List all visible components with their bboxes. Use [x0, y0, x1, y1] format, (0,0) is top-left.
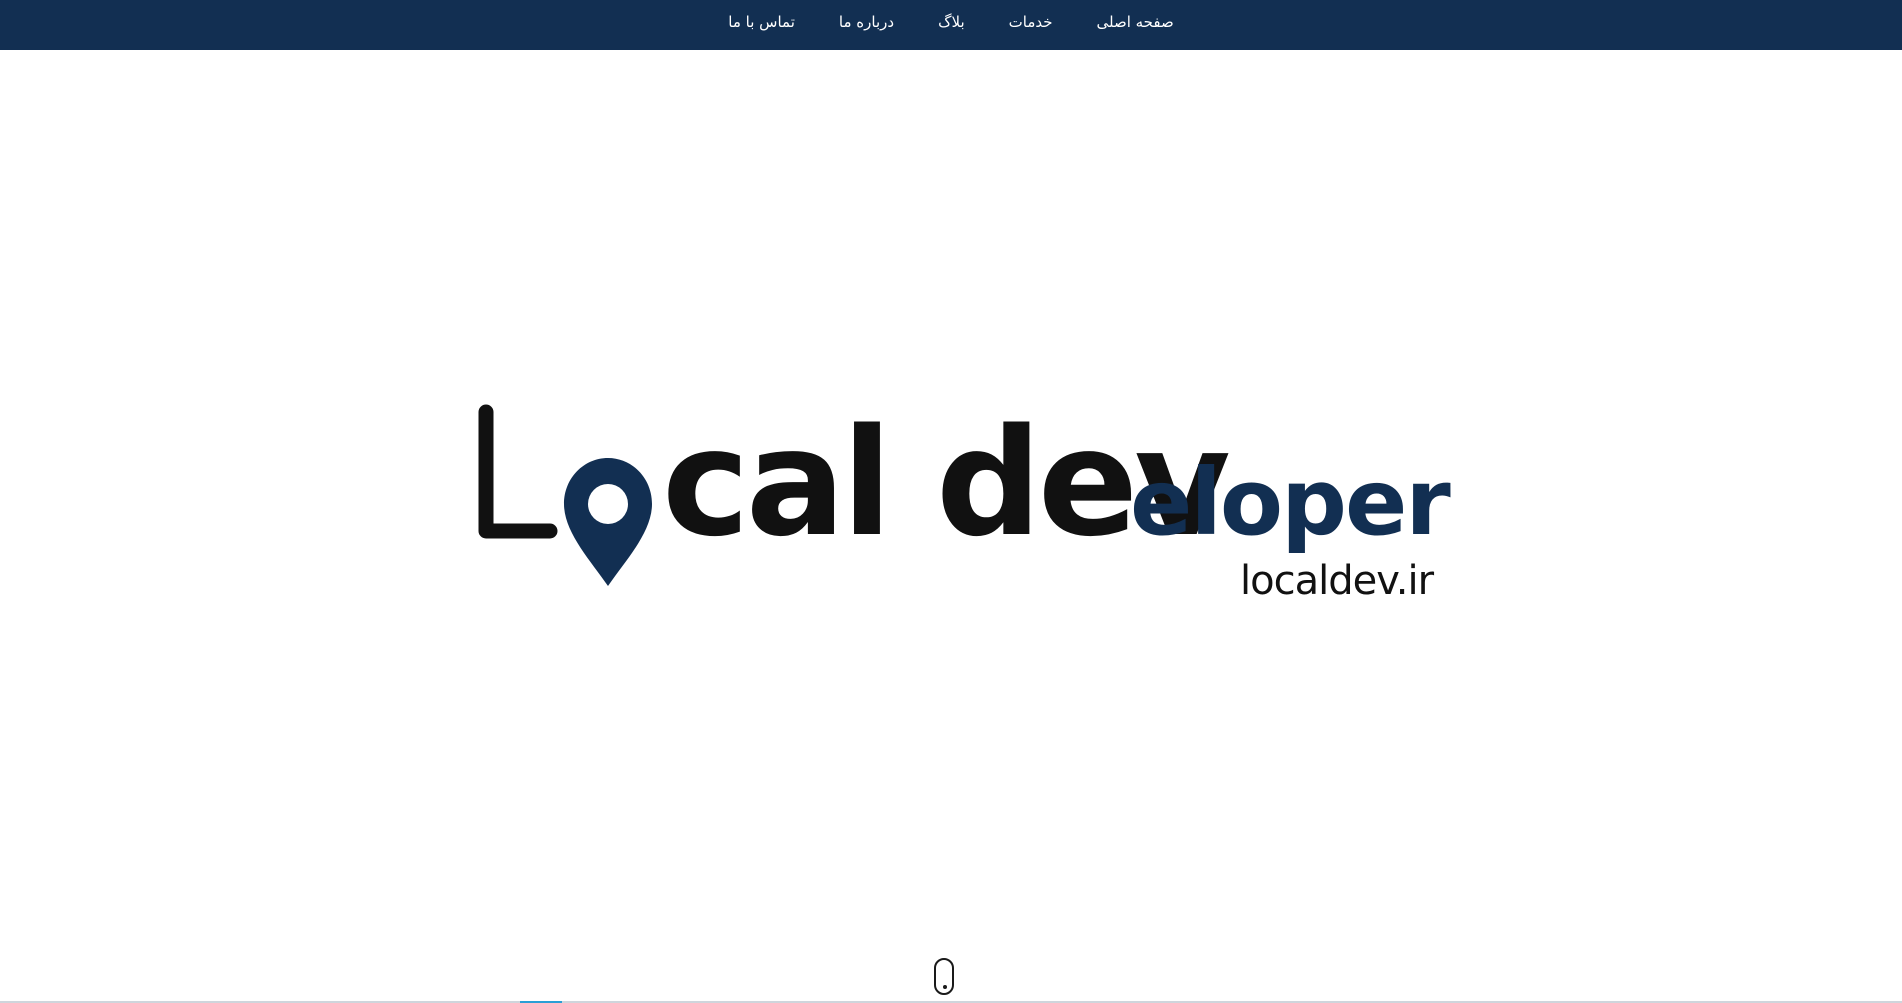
logo-domain: localdev.ir — [1240, 558, 1435, 604]
main-nav: صفحه اصلی خدمات بلاگ درباره ما تماس با م… — [728, 13, 1173, 31]
nav-item-about[interactable]: درباره ما — [839, 13, 894, 31]
nav-item-home[interactable]: صفحه اصلی — [1097, 13, 1174, 31]
nav-item-contact[interactable]: تماس با ما — [728, 13, 795, 31]
nav-item-blog[interactable]: بلاگ — [938, 13, 965, 31]
map-pin-icon — [564, 458, 652, 586]
mouse-scroll-icon[interactable] — [934, 958, 954, 995]
scroll-dot-icon — [943, 985, 947, 989]
nav-item-services[interactable]: خدمات — [1009, 13, 1053, 31]
logo-text-accent: eloper — [1130, 449, 1451, 556]
site-logo: cal dev eloper localdev.ir — [470, 380, 1470, 620]
logo-graphic: cal dev eloper localdev.ir — [478, 397, 1453, 604]
top-navbar: صفحه اصلی خدمات بلاگ درباره ما تماس با م… — [0, 0, 1902, 50]
logo-letter-l — [478, 404, 558, 539]
